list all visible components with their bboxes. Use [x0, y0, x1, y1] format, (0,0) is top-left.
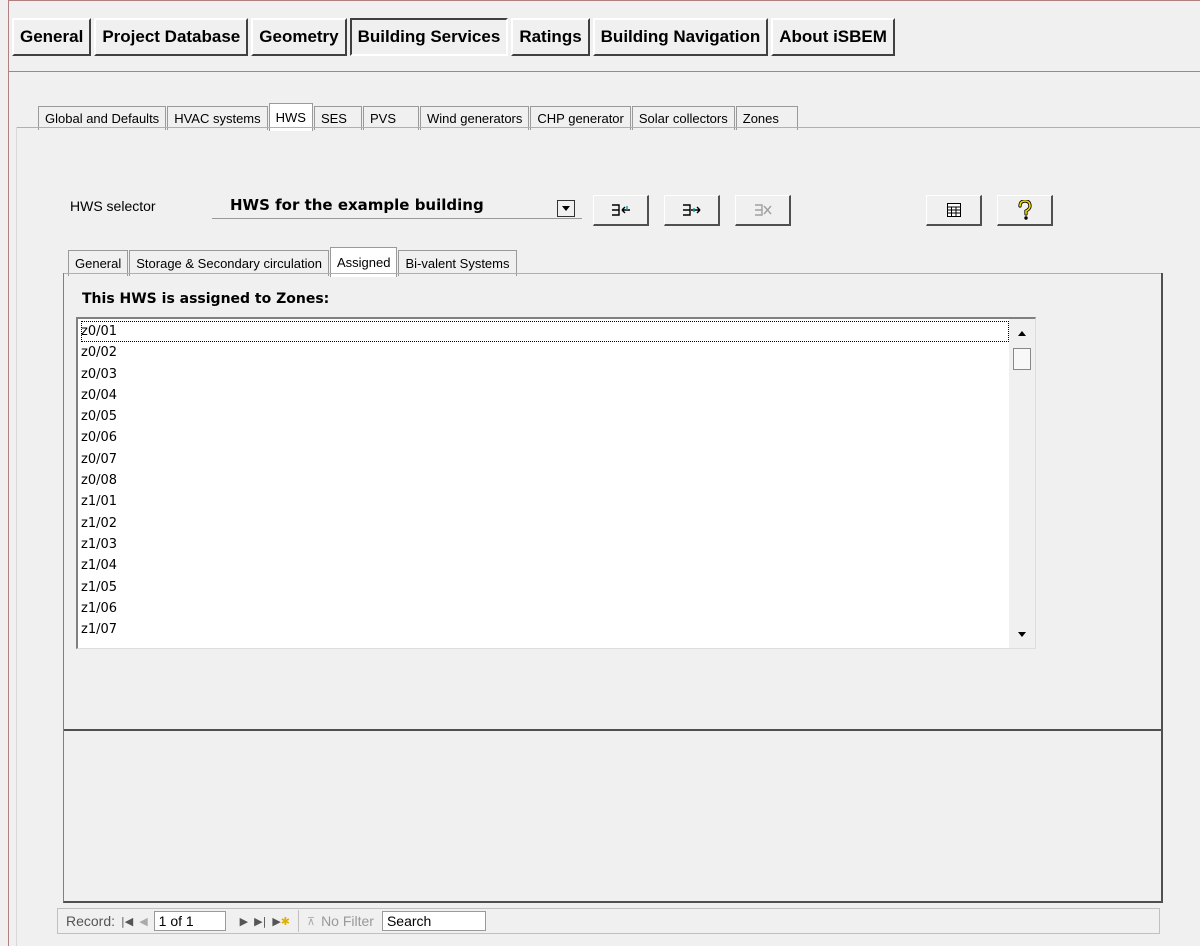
previous-record-icon[interactable]: ◀: [139, 915, 147, 928]
list-item[interactable]: z0/03: [81, 364, 1009, 385]
list-item[interactable]: z0/06: [81, 427, 1009, 448]
hws-selector-label: HWS selector: [70, 198, 156, 214]
list-item[interactable]: z0/08: [81, 470, 1009, 491]
main-tab-divider: [8, 71, 1200, 72]
scroll-down-button[interactable]: [1009, 624, 1035, 644]
delete-record-icon: [754, 204, 772, 216]
main-tab-bar: General Project Database Geometry Buildi…: [12, 18, 898, 60]
tab-project-database[interactable]: Project Database: [94, 18, 249, 56]
search-input[interactable]: Search: [381, 911, 486, 931]
tab-building-services[interactable]: Building Services: [349, 18, 509, 56]
help-icon: [1017, 200, 1032, 220]
scroll-up-button[interactable]: [1009, 323, 1035, 343]
list-item[interactable]: z0/02: [81, 342, 1009, 363]
last-record-icon[interactable]: ▶|: [254, 915, 266, 928]
zone-list-scrollbar[interactable]: [1009, 319, 1035, 648]
tab-general[interactable]: General: [12, 18, 92, 56]
list-item[interactable]: z1/06: [81, 598, 1009, 619]
record-label: Record:: [66, 913, 116, 929]
list-item[interactable]: z0/04: [81, 385, 1009, 406]
list-item[interactable]: z1/01: [81, 491, 1009, 512]
list-item[interactable]: z0/01: [81, 321, 1009, 343]
table-view-button[interactable]: [926, 195, 982, 226]
filter-icon: ⊼: [307, 914, 316, 928]
tab-ratings[interactable]: Ratings: [511, 18, 590, 56]
new-record-icon[interactable]: ▶✱: [272, 915, 290, 928]
assigned-zones-list[interactable]: z0/01 z0/02 z0/03 z0/04 z0/05 z0/06 z0/0…: [76, 317, 1036, 649]
list-item[interactable]: z1/07: [81, 619, 1009, 640]
hws-selector-underline: [212, 218, 582, 219]
chevron-down-icon: [1018, 631, 1026, 637]
add-record-icon: [611, 204, 630, 216]
table-view-icon: [946, 203, 961, 217]
chevron-down-icon: [562, 206, 570, 211]
scroll-thumb[interactable]: [1013, 348, 1031, 370]
zone-list-items: z0/01 z0/02 z0/03 z0/04 z0/05 z0/06 z0/0…: [81, 321, 1009, 640]
tab-geometry[interactable]: Geometry: [251, 18, 347, 56]
list-item[interactable]: z0/05: [81, 406, 1009, 427]
next-record-icon[interactable]: ▶: [240, 915, 248, 928]
chevron-up-icon: [1018, 330, 1026, 336]
services-panel-border-left: [16, 127, 17, 946]
delete-record-button[interactable]: [735, 195, 791, 226]
filter-status[interactable]: No Filter: [321, 913, 374, 929]
list-item[interactable]: z1/05: [81, 577, 1009, 598]
list-item[interactable]: z1/02: [81, 513, 1009, 534]
tab-about-isbem[interactable]: About iSBEM: [771, 18, 895, 56]
hws-tab-bar: General Storage & Secondary circulation …: [68, 246, 518, 277]
services-tab-bar: Global and Defaults HVAC systems HWS SES…: [38, 102, 799, 131]
window-border-top: [8, 0, 1200, 1]
list-item[interactable]: z1/04: [81, 555, 1009, 576]
tab-building-navigation[interactable]: Building Navigation: [592, 18, 769, 56]
add-record-button[interactable]: [593, 195, 649, 226]
window-border-left: [8, 0, 9, 946]
copy-record-icon: [682, 204, 700, 216]
navigator-divider: [298, 910, 299, 932]
record-number-input[interactable]: 1 of 1: [153, 911, 226, 931]
hws-selector-value[interactable]: HWS for the example building: [230, 196, 484, 214]
record-navigator: Record: |◀ ◀ 1 of 1 ▶ ▶| ▶✱ ⊼ No Filter …: [57, 908, 1160, 934]
help-button[interactable]: [997, 195, 1053, 226]
hws-selector-dropdown[interactable]: [557, 200, 575, 217]
list-item[interactable]: z0/07: [81, 449, 1009, 470]
services-panel-border: [16, 127, 1200, 128]
copy-record-button[interactable]: [664, 195, 720, 226]
first-record-icon[interactable]: |◀: [121, 915, 133, 928]
list-item[interactable]: z1/03: [81, 534, 1009, 555]
assigned-zones-title: This HWS is assigned to Zones:: [82, 291, 330, 307]
